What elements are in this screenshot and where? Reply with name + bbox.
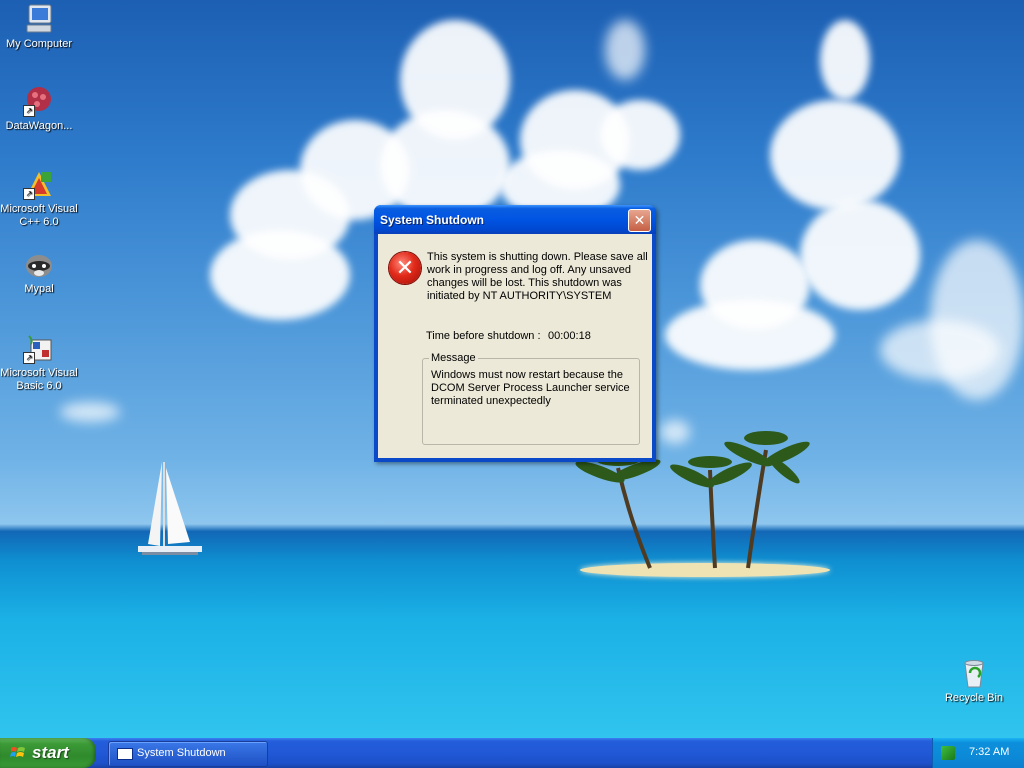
cloud bbox=[380, 110, 510, 220]
message-groupbox: Message Windows must now restart because… bbox=[422, 352, 640, 445]
desktop-icon-mypal[interactable]: Mypal bbox=[0, 248, 78, 296]
desktop-icon-recycle-bin[interactable]: Recycle Bin bbox=[935, 657, 1013, 705]
desktop-icon-label: Mypal bbox=[24, 283, 54, 295]
clock[interactable]: 7:32 AM bbox=[969, 746, 1009, 758]
shutdown-reason-text: Windows must now restart because the DCO… bbox=[431, 369, 630, 407]
taskbar: start System Shutdown 7:32 AM bbox=[0, 738, 1024, 768]
desktop-icon-datawagon[interactable]: ↗ DataWagon... bbox=[0, 85, 78, 133]
cloud bbox=[605, 20, 645, 80]
desktop-icon-label: Microsoft Visual Basic 6.0 bbox=[0, 367, 78, 392]
desktop-icon-visual-basic[interactable]: ↗ Microsoft Visual Basic 6.0 bbox=[0, 332, 78, 393]
visual-cpp-icon: ↗ bbox=[23, 168, 55, 200]
taskbar-button-label: System Shutdown bbox=[137, 747, 226, 759]
close-button[interactable]: ✕ bbox=[628, 209, 651, 232]
cloud bbox=[60, 402, 120, 422]
cloud bbox=[800, 200, 920, 310]
desktop-icon-label: DataWagon... bbox=[5, 120, 73, 132]
cloud bbox=[210, 230, 350, 320]
start-button[interactable]: start bbox=[0, 738, 96, 768]
time-before-shutdown-label: Time before shutdown : bbox=[426, 330, 541, 342]
datawagon-icon: ↗ bbox=[23, 85, 55, 117]
dialog-titlebar[interactable]: System Shutdown ✕ bbox=[374, 205, 656, 234]
close-icon: ✕ bbox=[633, 212, 646, 228]
desktop-icon-visual-cpp[interactable]: ↗ Microsoft Visual C++ 6.0 bbox=[0, 168, 78, 229]
window-icon bbox=[117, 748, 133, 760]
dialog-title: System Shutdown bbox=[380, 213, 485, 227]
my-computer-icon bbox=[23, 3, 55, 35]
mypal-raccoon-icon bbox=[23, 248, 55, 280]
groupbox-legend: Message bbox=[429, 352, 478, 364]
system-tray: 7:32 AM bbox=[932, 738, 1024, 768]
dialog-body: ✕ This system is shutting down. Please s… bbox=[378, 234, 652, 458]
shortcut-arrow-icon: ↗ bbox=[23, 188, 35, 200]
cloud bbox=[600, 100, 680, 170]
start-label: start bbox=[32, 743, 69, 762]
taskbar-button-system-shutdown[interactable]: System Shutdown bbox=[108, 741, 268, 767]
desktop-icon-label: Recycle Bin bbox=[944, 692, 1004, 704]
visual-basic-icon: ↗ bbox=[23, 332, 55, 364]
desktop-icon-my-computer[interactable]: My Computer bbox=[0, 3, 78, 51]
cloud bbox=[820, 20, 870, 100]
shortcut-arrow-icon: ↗ bbox=[23, 352, 35, 364]
desktop-icon-label: My Computer bbox=[5, 38, 73, 50]
system-shutdown-dialog: System Shutdown ✕ ✕ This system is shutt… bbox=[374, 205, 656, 462]
cloud bbox=[770, 100, 900, 210]
windows-logo-icon bbox=[10, 747, 25, 757]
recycle-bin-icon bbox=[958, 657, 990, 689]
cloud bbox=[880, 320, 1000, 380]
sailboat bbox=[138, 462, 202, 555]
shortcut-arrow-icon: ↗ bbox=[23, 105, 35, 117]
network-icon[interactable] bbox=[941, 746, 955, 760]
shutdown-message: This system is shutting down. Please sav… bbox=[427, 251, 648, 302]
cloud bbox=[665, 300, 835, 370]
countdown-value: 00:00:18 bbox=[548, 330, 591, 342]
desktop-icon-label: Microsoft Visual C++ 6.0 bbox=[0, 203, 78, 228]
error-icon: ✕ bbox=[389, 252, 421, 284]
